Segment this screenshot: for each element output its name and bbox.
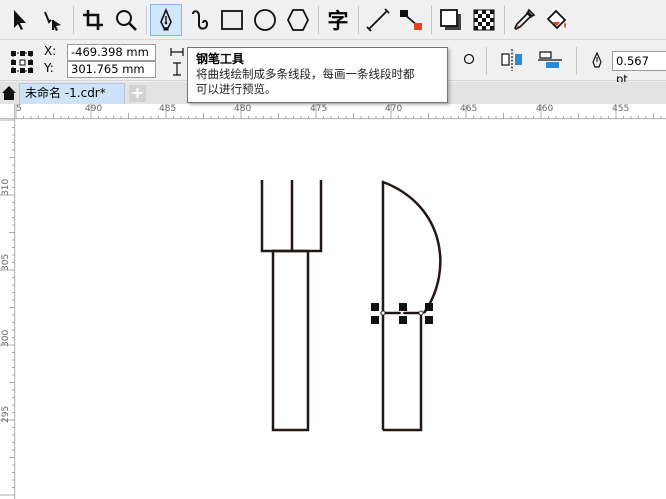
node-handles[interactable] <box>371 303 433 324</box>
transparency-tool-button[interactable] <box>468 4 500 36</box>
fill-tool-button[interactable] <box>541 4 573 36</box>
horizontal-ruler-ticks <box>15 104 662 119</box>
width-arrow-icon <box>170 48 184 56</box>
flip-horizontal-icon[interactable] <box>499 48 525 72</box>
toolbar-separator <box>146 5 147 34</box>
home-icon[interactable] <box>1 85 17 101</box>
crop-icon <box>83 9 103 30</box>
pen-tool-button[interactable] <box>150 3 182 36</box>
x-label: X: <box>44 44 57 58</box>
toolbar-separator <box>431 5 432 34</box>
height-arrow-icon <box>173 62 181 76</box>
toolbar-separator <box>358 5 359 34</box>
pen-nib-icon <box>160 7 172 30</box>
bspline-tool-button[interactable] <box>183 4 215 36</box>
diagonal-line-icon <box>366 7 390 32</box>
ruler-label: 5 <box>16 104 22 114</box>
connector-tool-button[interactable] <box>395 4 427 36</box>
toolbar-separator <box>576 47 577 75</box>
ruler-label: 475 <box>310 104 328 114</box>
toolbar-separator <box>73 5 74 34</box>
eyedropper-icon <box>514 8 536 30</box>
toolbar-separator <box>318 5 319 34</box>
ruler-label: 480 <box>234 104 252 114</box>
outline-pen-icon <box>592 52 602 68</box>
drawing-canvas[interactable] <box>16 120 666 499</box>
ellipse-icon <box>254 8 276 31</box>
ruler-label: 310 <box>1 178 11 196</box>
ruler-label: 305 <box>1 253 11 271</box>
x-position-field[interactable]: -469.398 mm <box>67 44 156 61</box>
ruler-label: 455 <box>612 104 630 114</box>
connector-icon <box>400 9 422 30</box>
ruler-label: 300 <box>1 329 11 347</box>
eyedropper-tool-button[interactable] <box>508 4 540 36</box>
text-char-icon: 字 <box>327 8 349 33</box>
ruler-label: 490 <box>85 104 103 114</box>
pen-tool-tooltip: 钢笔工具 将曲线绘制成多条线段，每画一条线段时都 可以进行预览。 <box>187 47 448 103</box>
artwork <box>260 180 442 432</box>
main-toolbar: 字 <box>0 0 666 40</box>
y-position-field[interactable]: 301.765 mm <box>67 61 156 78</box>
outline-width-field[interactable]: 0.567 pt <box>612 51 666 86</box>
ellipse-tool-button[interactable] <box>249 4 281 36</box>
tooltip-title: 钢笔工具 <box>196 52 245 66</box>
ruler-label: 460 <box>536 104 554 114</box>
crop-tool-button[interactable] <box>77 4 109 36</box>
y-label: Y: <box>44 61 54 75</box>
checkerboard-icon <box>473 9 495 30</box>
fork-shape[interactable] <box>260 180 323 432</box>
vertical-ruler[interactable]: 310 305 300 295 <box>0 119 15 499</box>
tab-document[interactable]: 未命名 -1.cdr* <box>19 83 125 104</box>
drop-shadow-tool-button[interactable] <box>435 4 467 36</box>
shadow-icon <box>440 8 461 30</box>
dimension-tool-button[interactable] <box>362 4 394 36</box>
paint-bucket-icon <box>546 9 567 29</box>
arrow-pointer-icon <box>14 9 26 30</box>
rectangle-icon <box>221 9 243 30</box>
align-icon[interactable] <box>537 48 563 72</box>
spiral-curve-icon <box>192 9 209 30</box>
horizontal-ruler[interactable]: 5 490 485 480 475 470 465 460 455 <box>15 104 666 119</box>
circle-option-icon[interactable] <box>462 52 476 66</box>
ruler-label: 295 <box>1 405 11 423</box>
shape-tool-button[interactable] <box>37 4 69 36</box>
object-origin-icon[interactable] <box>10 50 34 74</box>
toolbar-separator <box>486 47 487 75</box>
ruler-label: 465 <box>460 104 478 114</box>
hexagon-icon <box>286 8 310 31</box>
tooltip-description-line1: 将曲线绘制成多条线段，每画一条线段时都 <box>196 67 415 81</box>
rectangle-tool-button[interactable] <box>216 4 248 36</box>
magnifier-icon <box>116 9 137 31</box>
add-tab-button[interactable]: + <box>129 85 146 102</box>
text-tool-button[interactable]: 字 <box>322 4 354 36</box>
polygon-tool-button[interactable] <box>282 4 314 36</box>
vertical-ruler-ticks <box>0 119 15 496</box>
ruler-label: 470 <box>385 104 403 114</box>
zoom-tool-button[interactable] <box>110 4 142 36</box>
ruler-label: 485 <box>159 104 177 114</box>
node-edit-icon <box>44 11 61 31</box>
tooltip-description-line2: 可以进行预览。 <box>196 82 277 96</box>
ruler-corner[interactable] <box>0 104 15 119</box>
toolbar-separator <box>504 5 505 34</box>
pick-tool-button[interactable] <box>4 4 36 36</box>
